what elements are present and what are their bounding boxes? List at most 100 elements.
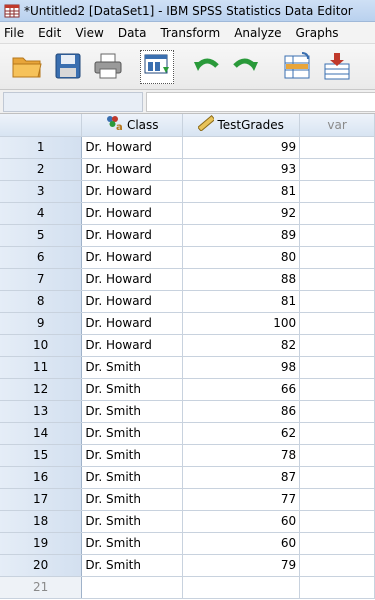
class-cell[interactable]: Dr. Howard bbox=[81, 268, 184, 291]
grade-cell[interactable]: 82 bbox=[182, 334, 301, 357]
dialog-recall-button[interactable] bbox=[140, 50, 174, 84]
grade-cell[interactable]: 81 bbox=[182, 290, 301, 313]
go-to-variable-button[interactable] bbox=[320, 50, 354, 84]
grade-cell[interactable]: 62 bbox=[182, 422, 301, 445]
menu-view[interactable]: View bbox=[69, 26, 111, 40]
class-cell[interactable]: Dr. Howard bbox=[81, 180, 184, 203]
class-cell[interactable]: Dr. Howard bbox=[81, 334, 184, 357]
row-number[interactable]: 11 bbox=[0, 356, 83, 379]
row-number[interactable]: 6 bbox=[0, 246, 83, 269]
column-header-class[interactable]: a Class bbox=[81, 114, 184, 137]
row-number[interactable]: 10 bbox=[0, 334, 83, 357]
class-cell[interactable]: Dr. Smith bbox=[81, 510, 184, 533]
empty-var-cell[interactable] bbox=[299, 400, 375, 423]
cell-value-field[interactable] bbox=[146, 92, 375, 112]
grade-cell[interactable]: 66 bbox=[182, 378, 301, 401]
row-number[interactable]: 3 bbox=[0, 180, 83, 203]
empty-var-cell[interactable] bbox=[299, 510, 375, 533]
class-cell[interactable]: Dr. Smith bbox=[81, 488, 184, 511]
empty-var-cell[interactable] bbox=[299, 158, 375, 181]
row-number[interactable]: 18 bbox=[0, 510, 83, 533]
class-cell[interactable]: Dr. Smith bbox=[81, 422, 184, 445]
class-cell[interactable]: Dr. Howard bbox=[81, 158, 184, 181]
class-cell[interactable]: Dr. Howard bbox=[81, 224, 184, 247]
redo-button[interactable] bbox=[228, 50, 262, 84]
class-cell[interactable]: Dr. Smith bbox=[81, 466, 184, 489]
cell-reference-field[interactable] bbox=[3, 92, 143, 112]
row-number[interactable]: 15 bbox=[0, 444, 83, 467]
row-number[interactable]: 7 bbox=[0, 268, 83, 291]
save-button[interactable] bbox=[51, 50, 85, 84]
grade-cell[interactable]: 87 bbox=[182, 466, 301, 489]
row-number[interactable]: 5 bbox=[0, 224, 83, 247]
grade-cell[interactable]: 77 bbox=[182, 488, 301, 511]
empty-var-cell[interactable] bbox=[299, 202, 375, 225]
grade-cell[interactable]: 80 bbox=[182, 246, 301, 269]
class-cell[interactable]: Dr. Smith bbox=[81, 444, 184, 467]
menu-analyze[interactable]: Analyze bbox=[228, 26, 289, 40]
empty-var-cell[interactable] bbox=[299, 532, 375, 555]
row-number[interactable]: 9 bbox=[0, 312, 83, 335]
menu-transform[interactable]: Transform bbox=[154, 26, 228, 40]
class-cell[interactable]: Dr. Howard bbox=[81, 246, 184, 269]
row-number[interactable]: 2 bbox=[0, 158, 83, 181]
empty-var-cell[interactable] bbox=[299, 356, 375, 379]
grade-cell[interactable]: 93 bbox=[182, 158, 301, 181]
row-number[interactable]: 20 bbox=[0, 554, 83, 577]
row-number[interactable]: 16 bbox=[0, 466, 83, 489]
row-number[interactable]: 12 bbox=[0, 378, 83, 401]
empty-var-cell[interactable] bbox=[299, 290, 375, 313]
column-header-var[interactable]: var bbox=[299, 114, 375, 137]
row-number[interactable]: 13 bbox=[0, 400, 83, 423]
undo-button[interactable] bbox=[190, 50, 224, 84]
grade-cell[interactable]: 86 bbox=[182, 400, 301, 423]
empty-var-cell[interactable] bbox=[299, 180, 375, 203]
grade-cell[interactable]: 78 bbox=[182, 444, 301, 467]
class-cell[interactable]: Dr. Smith bbox=[81, 554, 184, 577]
grade-cell[interactable]: 98 bbox=[182, 356, 301, 379]
empty-class-cell[interactable] bbox=[81, 576, 184, 599]
empty-var-cell[interactable] bbox=[299, 136, 375, 159]
empty-var-cell[interactable] bbox=[299, 224, 375, 247]
class-cell[interactable]: Dr. Howard bbox=[81, 290, 184, 313]
column-header-testgrades[interactable]: TestGrades bbox=[182, 114, 301, 137]
menu-edit[interactable]: Edit bbox=[32, 26, 69, 40]
empty-var-cell[interactable] bbox=[299, 422, 375, 445]
grade-cell[interactable]: 89 bbox=[182, 224, 301, 247]
row-number[interactable]: 8 bbox=[0, 290, 83, 313]
class-cell[interactable]: Dr. Smith bbox=[81, 378, 184, 401]
row-number[interactable]: 1 bbox=[0, 136, 83, 159]
grade-cell[interactable]: 99 bbox=[182, 136, 301, 159]
spss-app-icon[interactable] bbox=[4, 3, 20, 19]
class-cell[interactable]: Dr. Smith bbox=[81, 356, 184, 379]
grade-cell[interactable]: 60 bbox=[182, 510, 301, 533]
grade-cell[interactable]: 92 bbox=[182, 202, 301, 225]
class-cell[interactable]: Dr. Howard bbox=[81, 312, 184, 335]
empty-var-cell[interactable] bbox=[299, 334, 375, 357]
empty-var-cell[interactable] bbox=[299, 246, 375, 269]
class-cell[interactable]: Dr. Howard bbox=[81, 136, 184, 159]
class-cell[interactable]: Dr. Smith bbox=[81, 532, 184, 555]
print-button[interactable] bbox=[91, 50, 125, 84]
empty-var-cell[interactable] bbox=[299, 488, 375, 511]
row-number[interactable]: 4 bbox=[0, 202, 83, 225]
empty-var-cell[interactable] bbox=[299, 576, 375, 599]
open-button[interactable] bbox=[10, 50, 44, 84]
empty-var-cell[interactable] bbox=[299, 466, 375, 489]
grade-cell[interactable]: 60 bbox=[182, 532, 301, 555]
row-number[interactable]: 19 bbox=[0, 532, 83, 555]
row-number[interactable]: 17 bbox=[0, 488, 83, 511]
row-number[interactable]: 21 bbox=[0, 576, 83, 599]
grid-corner[interactable] bbox=[0, 114, 83, 137]
empty-var-cell[interactable] bbox=[299, 378, 375, 401]
empty-grade-cell[interactable] bbox=[182, 576, 301, 599]
grade-cell[interactable]: 100 bbox=[182, 312, 301, 335]
grade-cell[interactable]: 81 bbox=[182, 180, 301, 203]
menu-data[interactable]: Data bbox=[112, 26, 155, 40]
menu-file[interactable]: File bbox=[0, 26, 32, 40]
empty-var-cell[interactable] bbox=[299, 444, 375, 467]
menu-graphs[interactable]: Graphs bbox=[289, 26, 346, 40]
grade-cell[interactable]: 79 bbox=[182, 554, 301, 577]
empty-var-cell[interactable] bbox=[299, 554, 375, 577]
class-cell[interactable]: Dr. Smith bbox=[81, 400, 184, 423]
